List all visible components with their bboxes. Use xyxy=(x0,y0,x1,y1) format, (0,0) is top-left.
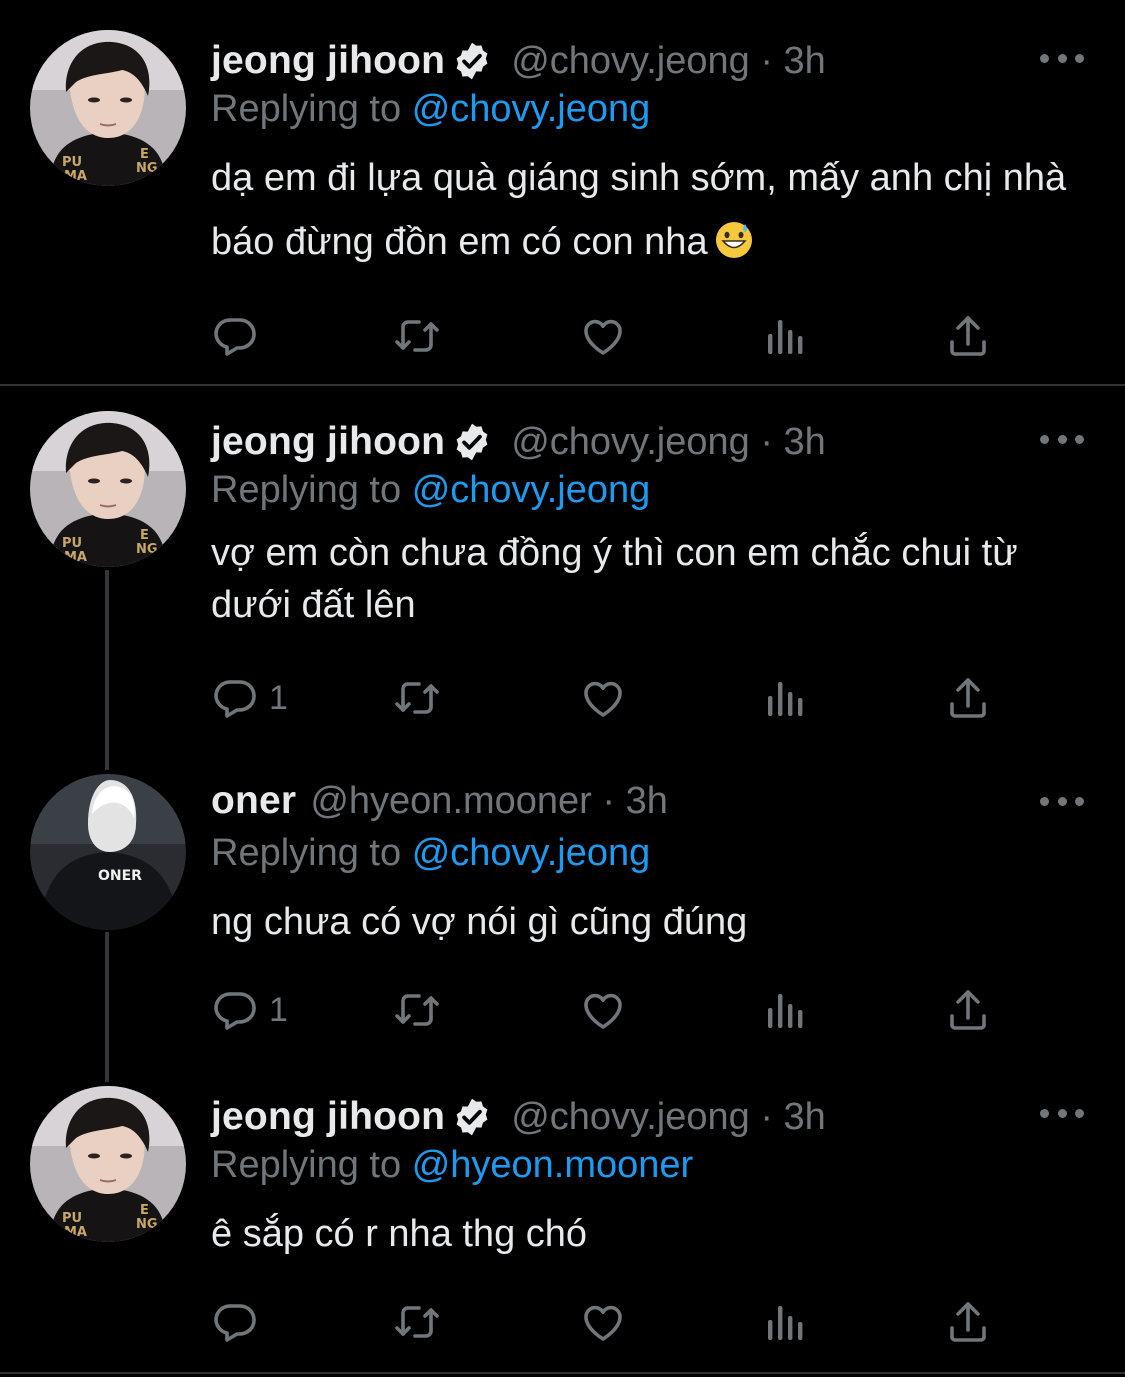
tweet-divider xyxy=(0,1372,1125,1374)
views-icon xyxy=(762,986,810,1034)
verified-badge-icon xyxy=(451,40,493,82)
tweet-header: jeong jihoon @chovy.jeong · 3h xyxy=(211,36,826,86)
tweet-text-block: dạ em đi lựa quà giáng sinh sớm, mấy anh… xyxy=(211,146,1071,274)
tweet-actions: 1 xyxy=(211,985,1011,1035)
more-options-icon[interactable] xyxy=(1040,48,1084,68)
tweet-text: vợ em còn chưa đồng ý thì con em chắc ch… xyxy=(211,532,1018,626)
share-button[interactable] xyxy=(944,311,992,361)
more-options-icon[interactable] xyxy=(1040,791,1084,811)
replying-to: Replying to @chovy.jeong xyxy=(211,88,650,131)
views-button[interactable] xyxy=(762,311,810,361)
views-icon xyxy=(762,1298,810,1346)
replying-to: Replying to @hyeon.mooner xyxy=(211,1144,693,1187)
replying-to: Replying to @chovy.jeong xyxy=(211,832,650,875)
reply-icon xyxy=(211,1298,259,1346)
share-button[interactable] xyxy=(944,673,992,723)
share-button[interactable] xyxy=(944,1297,992,1347)
reply-icon xyxy=(211,674,259,722)
reply-count: 1 xyxy=(269,678,288,717)
replying-to-mention[interactable]: @chovy.jeong xyxy=(412,832,651,874)
tweet-text: ng chưa có vợ nói gì cũng đúng xyxy=(211,901,748,943)
like-icon xyxy=(579,1298,627,1346)
share-icon xyxy=(944,674,992,722)
retweet-icon xyxy=(393,674,441,722)
avatar[interactable] xyxy=(30,411,186,567)
retweet-icon xyxy=(393,986,441,1034)
display-name[interactable]: jeong jihoon xyxy=(211,420,445,464)
replying-to-mention[interactable]: @chovy.jeong xyxy=(412,469,651,511)
views-button[interactable] xyxy=(762,985,810,1035)
share-icon xyxy=(944,312,992,360)
replying-to-mention[interactable]: @hyeon.mooner xyxy=(412,1144,694,1186)
like-icon xyxy=(579,312,627,360)
replying-prefix: Replying to xyxy=(211,1144,402,1186)
tweet-header: oner @hyeon.mooner · 3h xyxy=(211,776,668,826)
reply-count: 1 xyxy=(269,990,288,1029)
avatar-jersey-text: ONER xyxy=(98,868,142,884)
retweet-button[interactable] xyxy=(393,673,441,723)
reply-button[interactable] xyxy=(211,1297,269,1347)
retweet-icon xyxy=(393,312,441,360)
share-button[interactable] xyxy=(944,985,992,1035)
tweet-actions xyxy=(211,1297,1011,1347)
tweet-text: ê sắp có r nha thg chó xyxy=(211,1213,588,1255)
retweet-icon xyxy=(393,1298,441,1346)
views-icon xyxy=(762,674,810,722)
retweet-button[interactable] xyxy=(393,1297,441,1347)
tweet-text: dạ em đi lựa quà giáng sinh sớm, mấy anh… xyxy=(211,157,1067,263)
share-icon xyxy=(944,1298,992,1346)
replying-prefix: Replying to xyxy=(211,88,402,130)
retweet-button[interactable] xyxy=(393,985,441,1035)
handle-and-time[interactable]: @chovy.jeong · 3h xyxy=(511,1096,826,1139)
tweet-divider xyxy=(0,384,1125,386)
share-icon xyxy=(944,986,992,1034)
replying-to-mention[interactable]: @chovy.jeong xyxy=(412,88,651,130)
more-options-icon[interactable] xyxy=(1040,1103,1084,1123)
retweet-button[interactable] xyxy=(393,311,441,361)
like-icon xyxy=(579,674,627,722)
verified-badge-icon xyxy=(451,421,493,463)
thread-connector xyxy=(105,932,109,1082)
more-options-icon[interactable] xyxy=(1040,429,1084,449)
verified-badge-icon xyxy=(451,1096,493,1138)
views-icon xyxy=(762,312,810,360)
replying-prefix: Replying to xyxy=(211,832,402,874)
replying-to: Replying to @chovy.jeong xyxy=(211,469,650,512)
replying-prefix: Replying to xyxy=(211,469,402,511)
handle-and-time[interactable]: @chovy.jeong · 3h xyxy=(511,421,826,464)
views-button[interactable] xyxy=(762,1297,810,1347)
display-name[interactable]: jeong jihoon xyxy=(211,39,445,83)
display-name[interactable]: jeong jihoon xyxy=(211,1095,445,1139)
tweet-actions: 1 xyxy=(211,673,1011,723)
avatar[interactable] xyxy=(30,30,186,186)
like-icon xyxy=(579,986,627,1034)
views-button[interactable] xyxy=(762,673,810,723)
tweet-header: jeong jihoon @chovy.jeong · 3h xyxy=(211,1092,826,1142)
reply-button[interactable] xyxy=(211,311,269,361)
avatar[interactable]: ONER xyxy=(30,774,186,930)
display-name[interactable]: oner xyxy=(211,779,296,823)
reply-icon xyxy=(211,986,259,1034)
grinning-sweat-emoji-icon xyxy=(715,222,752,258)
like-button[interactable] xyxy=(579,985,627,1035)
tweet-header: jeong jihoon @chovy.jeong · 3h xyxy=(211,417,826,467)
avatar[interactable] xyxy=(30,1086,186,1242)
reply-button[interactable]: 1 xyxy=(211,673,288,723)
handle-and-time[interactable]: @chovy.jeong · 3h xyxy=(511,40,826,83)
handle-and-time[interactable]: @hyeon.mooner · 3h xyxy=(310,780,668,823)
tweet-actions xyxy=(211,311,1011,361)
like-button[interactable] xyxy=(579,1297,627,1347)
reply-button[interactable]: 1 xyxy=(211,985,288,1035)
like-button[interactable] xyxy=(579,673,627,723)
like-button[interactable] xyxy=(579,311,627,361)
thread-connector xyxy=(105,570,109,770)
reply-icon xyxy=(211,312,259,360)
